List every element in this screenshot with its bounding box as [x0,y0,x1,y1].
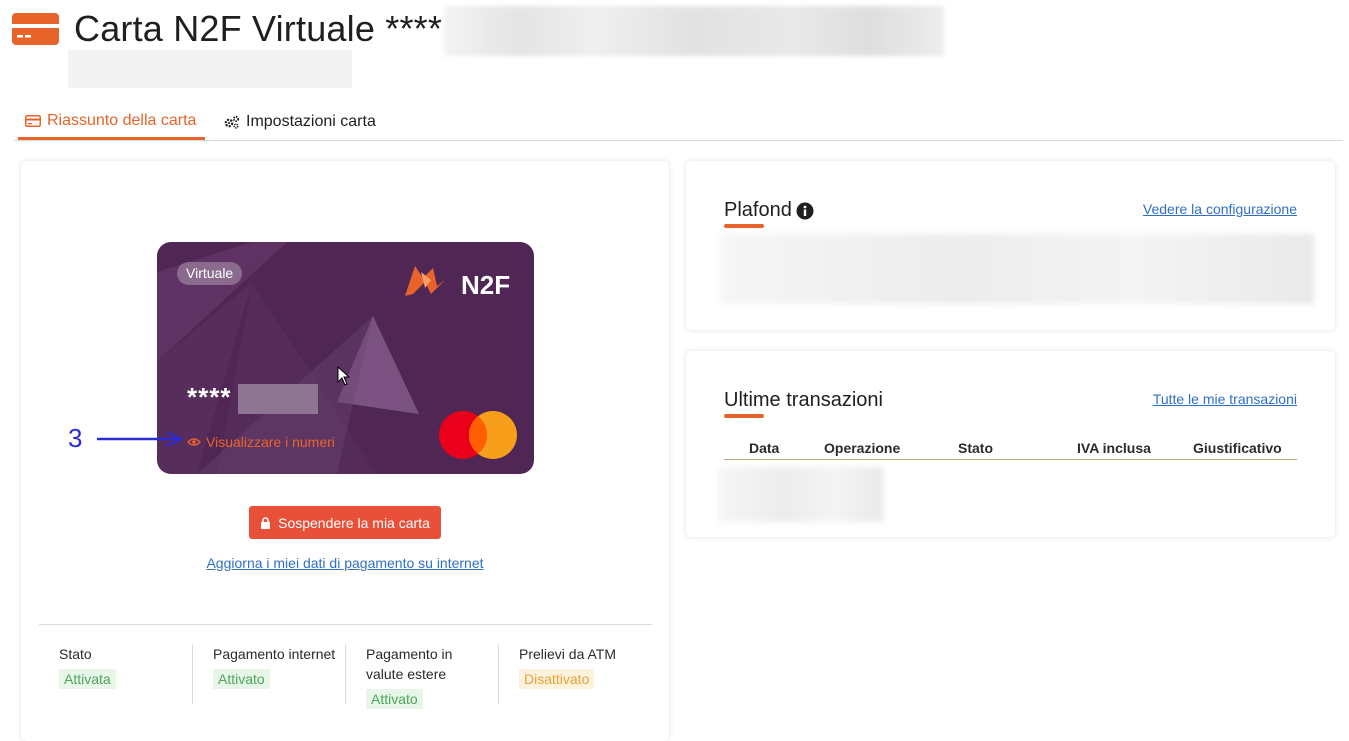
tab-card-summary[interactable]: Riassunto della carta [18,104,205,140]
transactions-title: Ultime transazioni [724,389,883,411]
status-item-foreign-currency: Pagamento in valute estere Attivato [366,644,476,709]
redacted-plafond-content [720,234,1314,304]
credit-card-icon [25,114,41,127]
n2f-logo: N2F [405,266,510,300]
plafond-title: Plafond [724,199,814,222]
card-summary-panel: Virtuale N2F **** Visualizzare i numeri … [21,161,669,741]
status-badge: Disattivato [519,669,595,689]
lock-icon [261,516,271,529]
status-item-stato: Stato Attivata [59,644,189,704]
suspend-card-label: Sospendere la mia carta [278,514,430,531]
virtual-badge: Virtuale [177,262,243,285]
credit-card-icon [12,13,59,45]
status-label: Prelievi da ATM [519,646,616,662]
show-numbers-label: Visualizzare i numeri [206,434,335,450]
column-header-status: Stato [958,440,993,456]
status-item-atm: Prelievi da ATM Disattivato [519,644,649,704]
mastercard-logo [439,411,517,459]
info-icon[interactable] [796,202,814,220]
card-number: **** [187,382,232,412]
tab-bar: Riassunto della carta Impostazioni carta [14,104,1343,141]
status-badge: Attivato [366,689,423,709]
view-configuration-link[interactable]: Vedere la configurazione [1143,201,1297,217]
redacted-card-digits [238,384,318,414]
annotation-arrow-icon [97,431,184,447]
column-header-vat: IVA inclusa [1077,440,1151,456]
status-label: Stato [59,646,92,662]
update-payment-data-link[interactable]: Aggiorna i miei dati di pagamento su int… [21,555,669,571]
tab-label: Impostazioni carta [246,113,376,130]
transactions-panel: Ultime transazioni Tutte le mie transazi… [686,351,1335,537]
tab-label: Riassunto della carta [47,111,197,129]
tab-card-settings[interactable]: Impostazioni carta [224,104,394,140]
redacted-subtitle [68,50,352,88]
eye-icon [187,438,201,446]
suspend-card-button[interactable]: Sospendere la mia carta [249,506,441,539]
virtual-card: Virtuale N2F **** Visualizzare i numeri [157,242,534,474]
all-transactions-link[interactable]: Tutte le mie transazioni [1153,391,1297,407]
status-label: Pagamento in valute estere [366,646,453,682]
show-numbers-link[interactable]: Visualizzare i numeri [187,434,335,450]
status-label: Pagamento internet [213,646,336,662]
title-underline [724,414,764,418]
brand-text: N2F [461,270,510,300]
status-item-internet-payment: Pagamento internet Attivato [213,644,348,704]
annotation-number: 3 [68,423,83,453]
mouse-cursor-icon [337,366,351,386]
column-divider [498,644,499,704]
redacted-title-suffix [444,6,944,56]
redacted-transactions [718,467,883,522]
page-header: Carta N2F Virtuale **** [0,0,1349,95]
column-header-date: Data [749,440,780,456]
plafond-panel: Plafond Vedere la configurazione [686,161,1335,330]
column-divider [345,644,346,704]
page-title: Carta N2F Virtuale **** [74,8,443,49]
divider [39,624,652,625]
column-header-operation: Operazione [824,440,901,456]
status-badge: Attivato [213,669,270,689]
column-header-receipt: Giustificativo [1193,440,1282,456]
transactions-table-header: Data Operazione Stato IVA inclusa Giusti… [724,437,1297,460]
title-underline [724,224,764,228]
gears-icon [224,115,240,129]
plafond-title-text: Plafond [724,199,792,221]
status-badge: Attivata [59,669,116,689]
column-divider [192,644,193,704]
